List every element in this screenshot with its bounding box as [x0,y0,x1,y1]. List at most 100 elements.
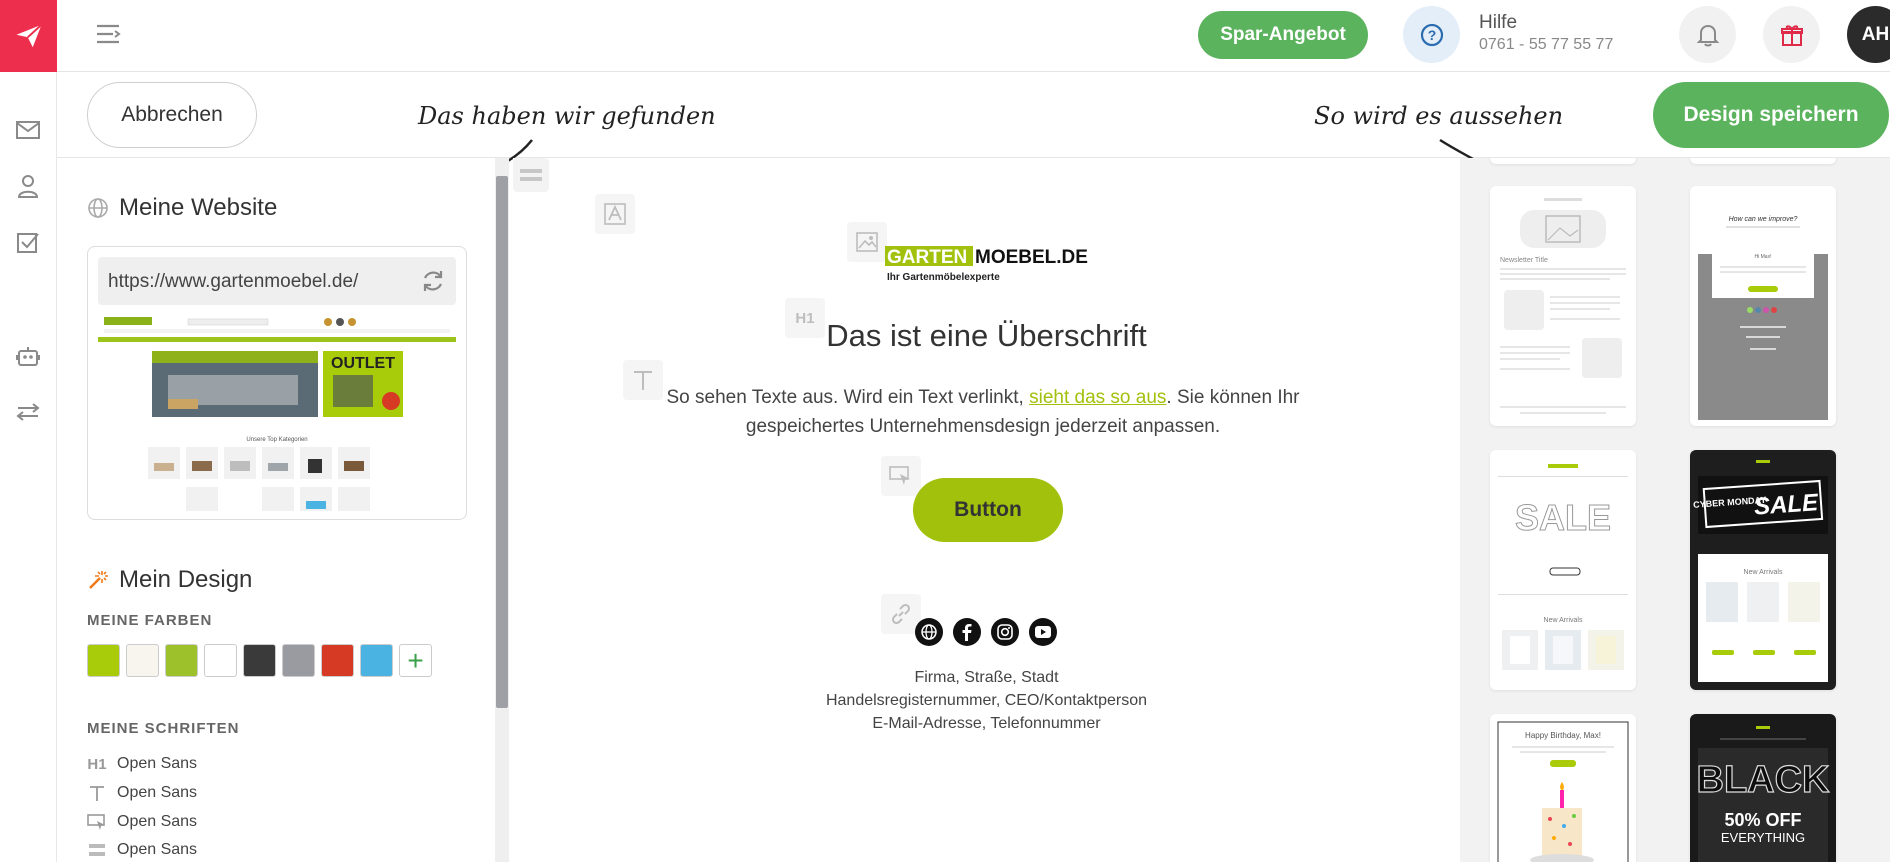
t4-sale: SALE [1753,489,1820,520]
button-marker-icon[interactable] [881,456,921,496]
spar-angebot-button[interactable]: Spar-Angebot [1198,11,1368,59]
block-icon [87,840,107,860]
annotation-looks: So wird es aussehen [1314,102,1564,130]
help-phone: 0761 - 55 77 55 77 [1479,36,1614,53]
font-row-block[interactable]: Open Sans [87,840,197,860]
font-marker-icon[interactable] [595,194,635,234]
app-logo[interactable] [0,0,57,72]
template-card[interactable] [1490,158,1636,164]
font-name: Open Sans [117,813,198,830]
annotation-found: Das haben wir gefunden [418,102,716,130]
magic-wand-icon [89,571,108,589]
user-icon [17,175,39,198]
color-swatch[interactable] [243,644,276,677]
t6-every: EVERYTHING [1721,830,1805,845]
brand-logo: GARTEN MOEBEL.DE Ihr Gartenmöbelexperte [885,240,1095,286]
refresh-icon[interactable] [420,268,446,294]
t3-arrivals: New Arrivals [1544,617,1583,624]
thumb-lower-title: Unsere Top Kategorien [246,437,307,443]
menu-toggle-icon[interactable] [95,22,123,50]
template-card-cyber-monday[interactable]: CYBER MONDAY SALE New Arrivals [1690,450,1836,690]
preview-heading: Das ist eine Überschrift [826,318,1147,353]
facebook-icon[interactable] [953,618,981,646]
nav-mail[interactable] [14,116,42,144]
color-swatch[interactable] [321,644,354,677]
gift-icon [1780,24,1803,46]
heading-icon: H1 [87,755,107,773]
drag-handle-icon[interactable] [513,158,549,192]
t6-off: 50% OFF [1724,810,1801,830]
url-value: https://www.gartenmoebel.de/ [108,271,359,292]
notifications-button[interactable] [1679,6,1736,63]
add-color-button[interactable]: + [399,644,432,677]
preview-footer: Firma, Straße, Stadt Handelsregisternumm… [513,666,1460,736]
color-swatch[interactable] [165,644,198,677]
gift-button[interactable] [1763,6,1820,63]
t2-title: How can we improve? [1729,216,1798,223]
nav-contacts[interactable] [14,172,42,200]
globe-icon [88,198,108,218]
design-settings-panel: Meine Website https://www.gartenmoebel.d… [57,158,509,862]
scrollbar-thumb[interactable] [496,176,508,708]
svg-text:?: ? [1427,27,1436,43]
font-name: Open Sans [117,755,198,772]
color-swatch[interactable] [87,644,120,677]
image-marker-icon[interactable] [847,222,887,262]
color-swatch[interactable] [360,644,393,677]
help-button[interactable]: ? [1403,6,1460,63]
template-card[interactable] [1690,158,1836,164]
logo-part-a: GARTEN [887,247,967,268]
color-swatch[interactable] [282,644,315,677]
color-swatches: + [87,644,432,677]
cancel-button[interactable]: Abbrechen [87,82,257,148]
design-title-text: Mein Design [119,566,253,593]
nav-tasks[interactable] [14,228,42,256]
color-swatch[interactable] [126,644,159,677]
preview-body-text: So sehen Texte aus. Wird ein Text verlin… [653,384,1313,441]
text-icon [87,783,107,803]
save-design-button[interactable]: Design speichern [1653,82,1889,148]
footer-line-3: E-Mail-Adresse, Telefonnummer [872,715,1101,733]
font-name: Open Sans [117,841,198,858]
mail-icon [16,121,40,139]
colors-caption: MEINE FARBEN [87,612,213,629]
font-row-text[interactable]: Open Sans [87,783,197,803]
template-card-sale[interactable]: SALE New Arrivals [1490,450,1636,690]
footer-line-1: Firma, Straße, Stadt [914,669,1059,686]
logo-part-b: MOEBEL.DE [975,247,1088,268]
social-icons [915,618,1057,646]
thumb-outlet: OUTLET [331,355,395,372]
color-swatch[interactable] [204,644,237,677]
preview-canvas: GARTEN MOEBEL.DE Ihr Gartenmöbelexperte … [513,158,1460,862]
footer-line-2: Handelsregisternummer, CEO/Kontaktperson [825,692,1148,710]
website-social-icon[interactable] [915,618,943,646]
youtube-icon[interactable] [1029,618,1057,646]
template-card-feedback[interactable]: How can we improve? Hi Max! [1690,186,1836,426]
url-field[interactable]: https://www.gartenmoebel.de/ [98,257,456,305]
template-card-newsletter[interactable]: Newsletter Title [1490,186,1636,426]
font-row-heading[interactable]: H1 Open Sans [87,754,197,774]
t2-sub: Hi Max! [1755,254,1772,260]
nav-rail [0,0,57,862]
template-gallery: Newsletter Title How can we improve? Hi … [1460,158,1890,862]
t4-arrivals: New Arrivals [1744,569,1783,576]
nav-integrations[interactable] [14,398,42,426]
font-row-button[interactable]: Open Sans [87,812,197,832]
nav-automation[interactable] [14,342,42,370]
design-section-title: Mein Design [87,566,252,594]
logo-tagline: Ihr Gartenmöbelexperte [887,272,1000,283]
body-text-before: So sehen Texte aus. Wird ein Text verlin… [666,387,1030,408]
t1-title: Newsletter Title [1500,257,1548,264]
scrollbar[interactable] [495,158,509,862]
website-thumbnail: OUTLET Unsere Top Kategorien [98,313,456,511]
website-section-title: Meine Website [87,194,277,222]
preview-button[interactable]: Button [913,478,1063,542]
help-title: Hilfe [1479,12,1518,33]
body-text-link[interactable]: sieht das so aus [1029,387,1166,408]
instagram-icon[interactable] [991,618,1019,646]
avatar[interactable]: AH [1847,6,1890,63]
template-card-black-friday[interactable]: BLACK 50% OFF EVERYTHING [1690,714,1836,862]
template-card-birthday[interactable]: Happy Birthday, Max! [1490,714,1636,862]
paper-plane-icon [16,24,42,48]
fonts-caption: MEINE SCHRIFTEN [87,720,240,737]
